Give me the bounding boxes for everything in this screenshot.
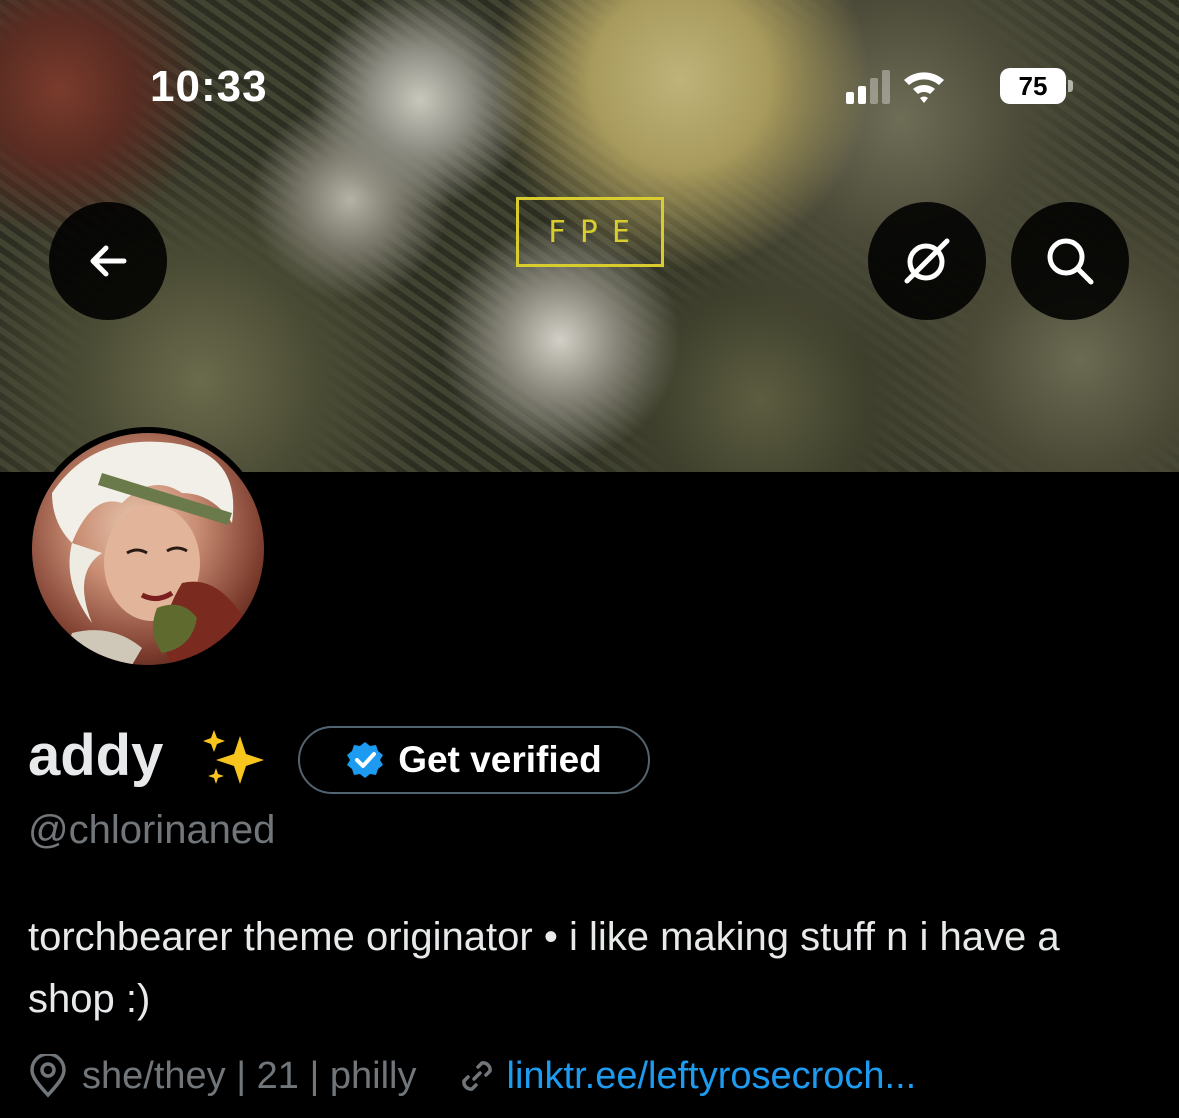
get-verified-label: Get verified bbox=[398, 739, 602, 780]
arrow-left-icon bbox=[90, 245, 127, 277]
verified-badge-icon bbox=[347, 742, 384, 778]
battery-tip bbox=[1068, 80, 1073, 92]
display-name: addy bbox=[28, 723, 164, 788]
get-verified-button[interactable]: Get verified bbox=[298, 726, 650, 794]
profile-meta-row: she/they | 21 | philly linktr.ee/leftyro… bbox=[28, 1050, 916, 1102]
user-handle: @chlorinaned bbox=[28, 808, 276, 852]
location-text: she/they | 21 | philly bbox=[82, 1054, 417, 1097]
status-time: 10:33 bbox=[150, 62, 268, 111]
banner-logo: FPE bbox=[516, 197, 664, 267]
location-pin-icon bbox=[30, 1054, 66, 1098]
grok-icon bbox=[904, 238, 950, 284]
website-link[interactable]: linktr.ee/leftyrosecroch... bbox=[507, 1055, 917, 1098]
search-button[interactable] bbox=[1011, 202, 1129, 320]
back-button[interactable] bbox=[49, 202, 167, 320]
battery-icon: 75 bbox=[1000, 68, 1066, 104]
link-icon bbox=[461, 1061, 492, 1091]
avatar-image bbox=[32, 433, 264, 665]
search-icon bbox=[1047, 238, 1094, 285]
sparkles-icon bbox=[203, 730, 264, 784]
bio-text: torchbearer theme originator • i like ma… bbox=[28, 915, 1060, 1021]
grok-button[interactable] bbox=[868, 202, 986, 320]
status-icons bbox=[846, 66, 960, 106]
wifi-icon bbox=[904, 72, 944, 103]
avatar[interactable] bbox=[26, 427, 270, 671]
cellular-signal-icon bbox=[846, 68, 890, 104]
battery-level: 75 bbox=[1018, 70, 1048, 101]
